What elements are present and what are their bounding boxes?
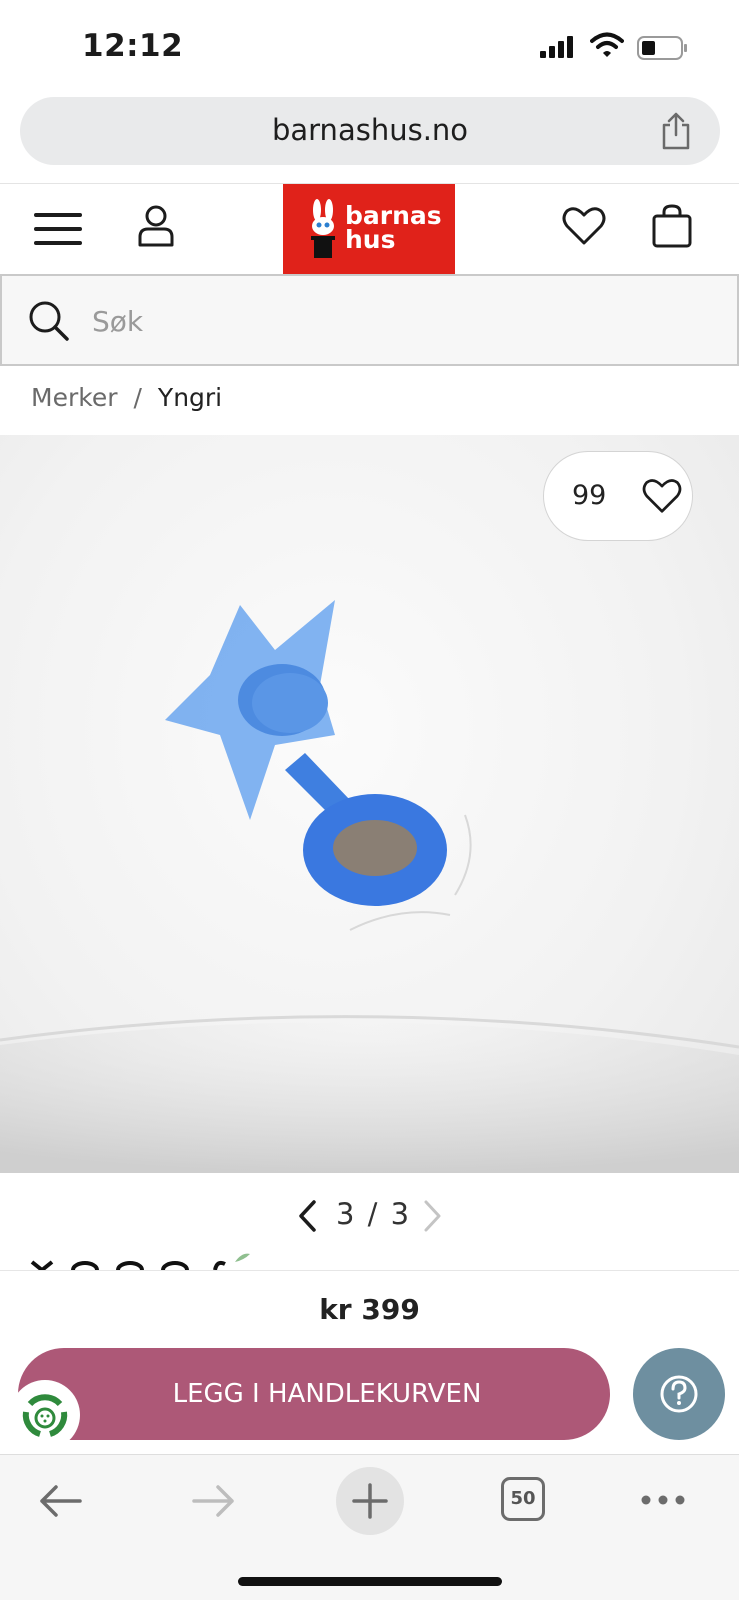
question-icon bbox=[660, 1375, 698, 1413]
pager-separator: / bbox=[367, 1197, 380, 1231]
search-icon bbox=[29, 301, 69, 341]
previous-image-icon[interactable] bbox=[296, 1199, 320, 1233]
next-image-icon[interactable] bbox=[420, 1199, 444, 1233]
account-icon[interactable] bbox=[136, 204, 176, 248]
logo-line-2: hus bbox=[345, 225, 396, 254]
status-bar: 12:12 bbox=[0, 0, 739, 95]
recycle-badge[interactable] bbox=[10, 1380, 80, 1450]
breadcrumb: Merker / Yngri bbox=[31, 383, 222, 412]
new-tab-button[interactable] bbox=[336, 1467, 404, 1535]
tabs-button[interactable]: 50 bbox=[501, 1477, 545, 1521]
image-pager: 3 / 3 bbox=[0, 1195, 739, 1239]
battery-icon bbox=[637, 36, 687, 60]
add-to-cart-button[interactable]: LEGG I HANDLEKURVEN bbox=[18, 1348, 610, 1440]
breadcrumb-link-merker[interactable]: Merker bbox=[31, 383, 117, 412]
tabs-count: 50 bbox=[510, 1488, 536, 1509]
url-text[interactable]: barnashus.no bbox=[20, 113, 720, 147]
favorite-count-button[interactable]: 99 bbox=[543, 451, 693, 541]
recycle-icon bbox=[22, 1394, 68, 1437]
back-arrow-icon[interactable] bbox=[36, 1483, 84, 1519]
brand-logo-partial bbox=[30, 1253, 250, 1270]
bunny-mascot-icon bbox=[311, 199, 335, 258]
favorite-heart-icon bbox=[642, 479, 682, 513]
status-time: 12:12 bbox=[82, 28, 184, 64]
help-button[interactable] bbox=[633, 1348, 725, 1440]
pager-current: 3 bbox=[336, 1197, 357, 1231]
address-bar[interactable]: barnashus.no bbox=[20, 97, 720, 165]
search-input[interactable] bbox=[92, 294, 692, 348]
breadcrumb-separator: / bbox=[133, 383, 142, 412]
product-image[interactable] bbox=[0, 435, 739, 1173]
favorite-count: 99 bbox=[572, 480, 607, 511]
search-box[interactable] bbox=[0, 274, 739, 366]
barnashus-logo[interactable]: barnas hus bbox=[283, 184, 455, 274]
wishlist-heart-icon[interactable] bbox=[562, 206, 606, 246]
buy-panel: kr 399 LEGG I HANDLEKURVEN bbox=[0, 1270, 739, 1454]
pager-total: 3 bbox=[390, 1197, 412, 1231]
product-photo-drain-stopper bbox=[0, 600, 739, 1173]
hamburger-menu-icon[interactable] bbox=[34, 211, 84, 247]
logo-text: barnas hus bbox=[345, 203, 442, 254]
shopping-bag-icon[interactable] bbox=[652, 204, 692, 248]
more-options-icon[interactable] bbox=[640, 1493, 686, 1507]
image-counter: 3 / 3 bbox=[336, 1197, 411, 1231]
cellular-signal-icon bbox=[540, 36, 573, 58]
product-price: kr 399 bbox=[319, 1293, 420, 1326]
wifi-icon bbox=[590, 32, 624, 57]
site-header: barnas hus bbox=[0, 183, 739, 274]
plus-icon bbox=[352, 1483, 388, 1519]
forward-arrow-icon[interactable] bbox=[190, 1483, 238, 1519]
breadcrumb-current: Yngri bbox=[157, 383, 223, 412]
home-indicator bbox=[238, 1577, 502, 1586]
share-icon[interactable] bbox=[658, 111, 694, 151]
